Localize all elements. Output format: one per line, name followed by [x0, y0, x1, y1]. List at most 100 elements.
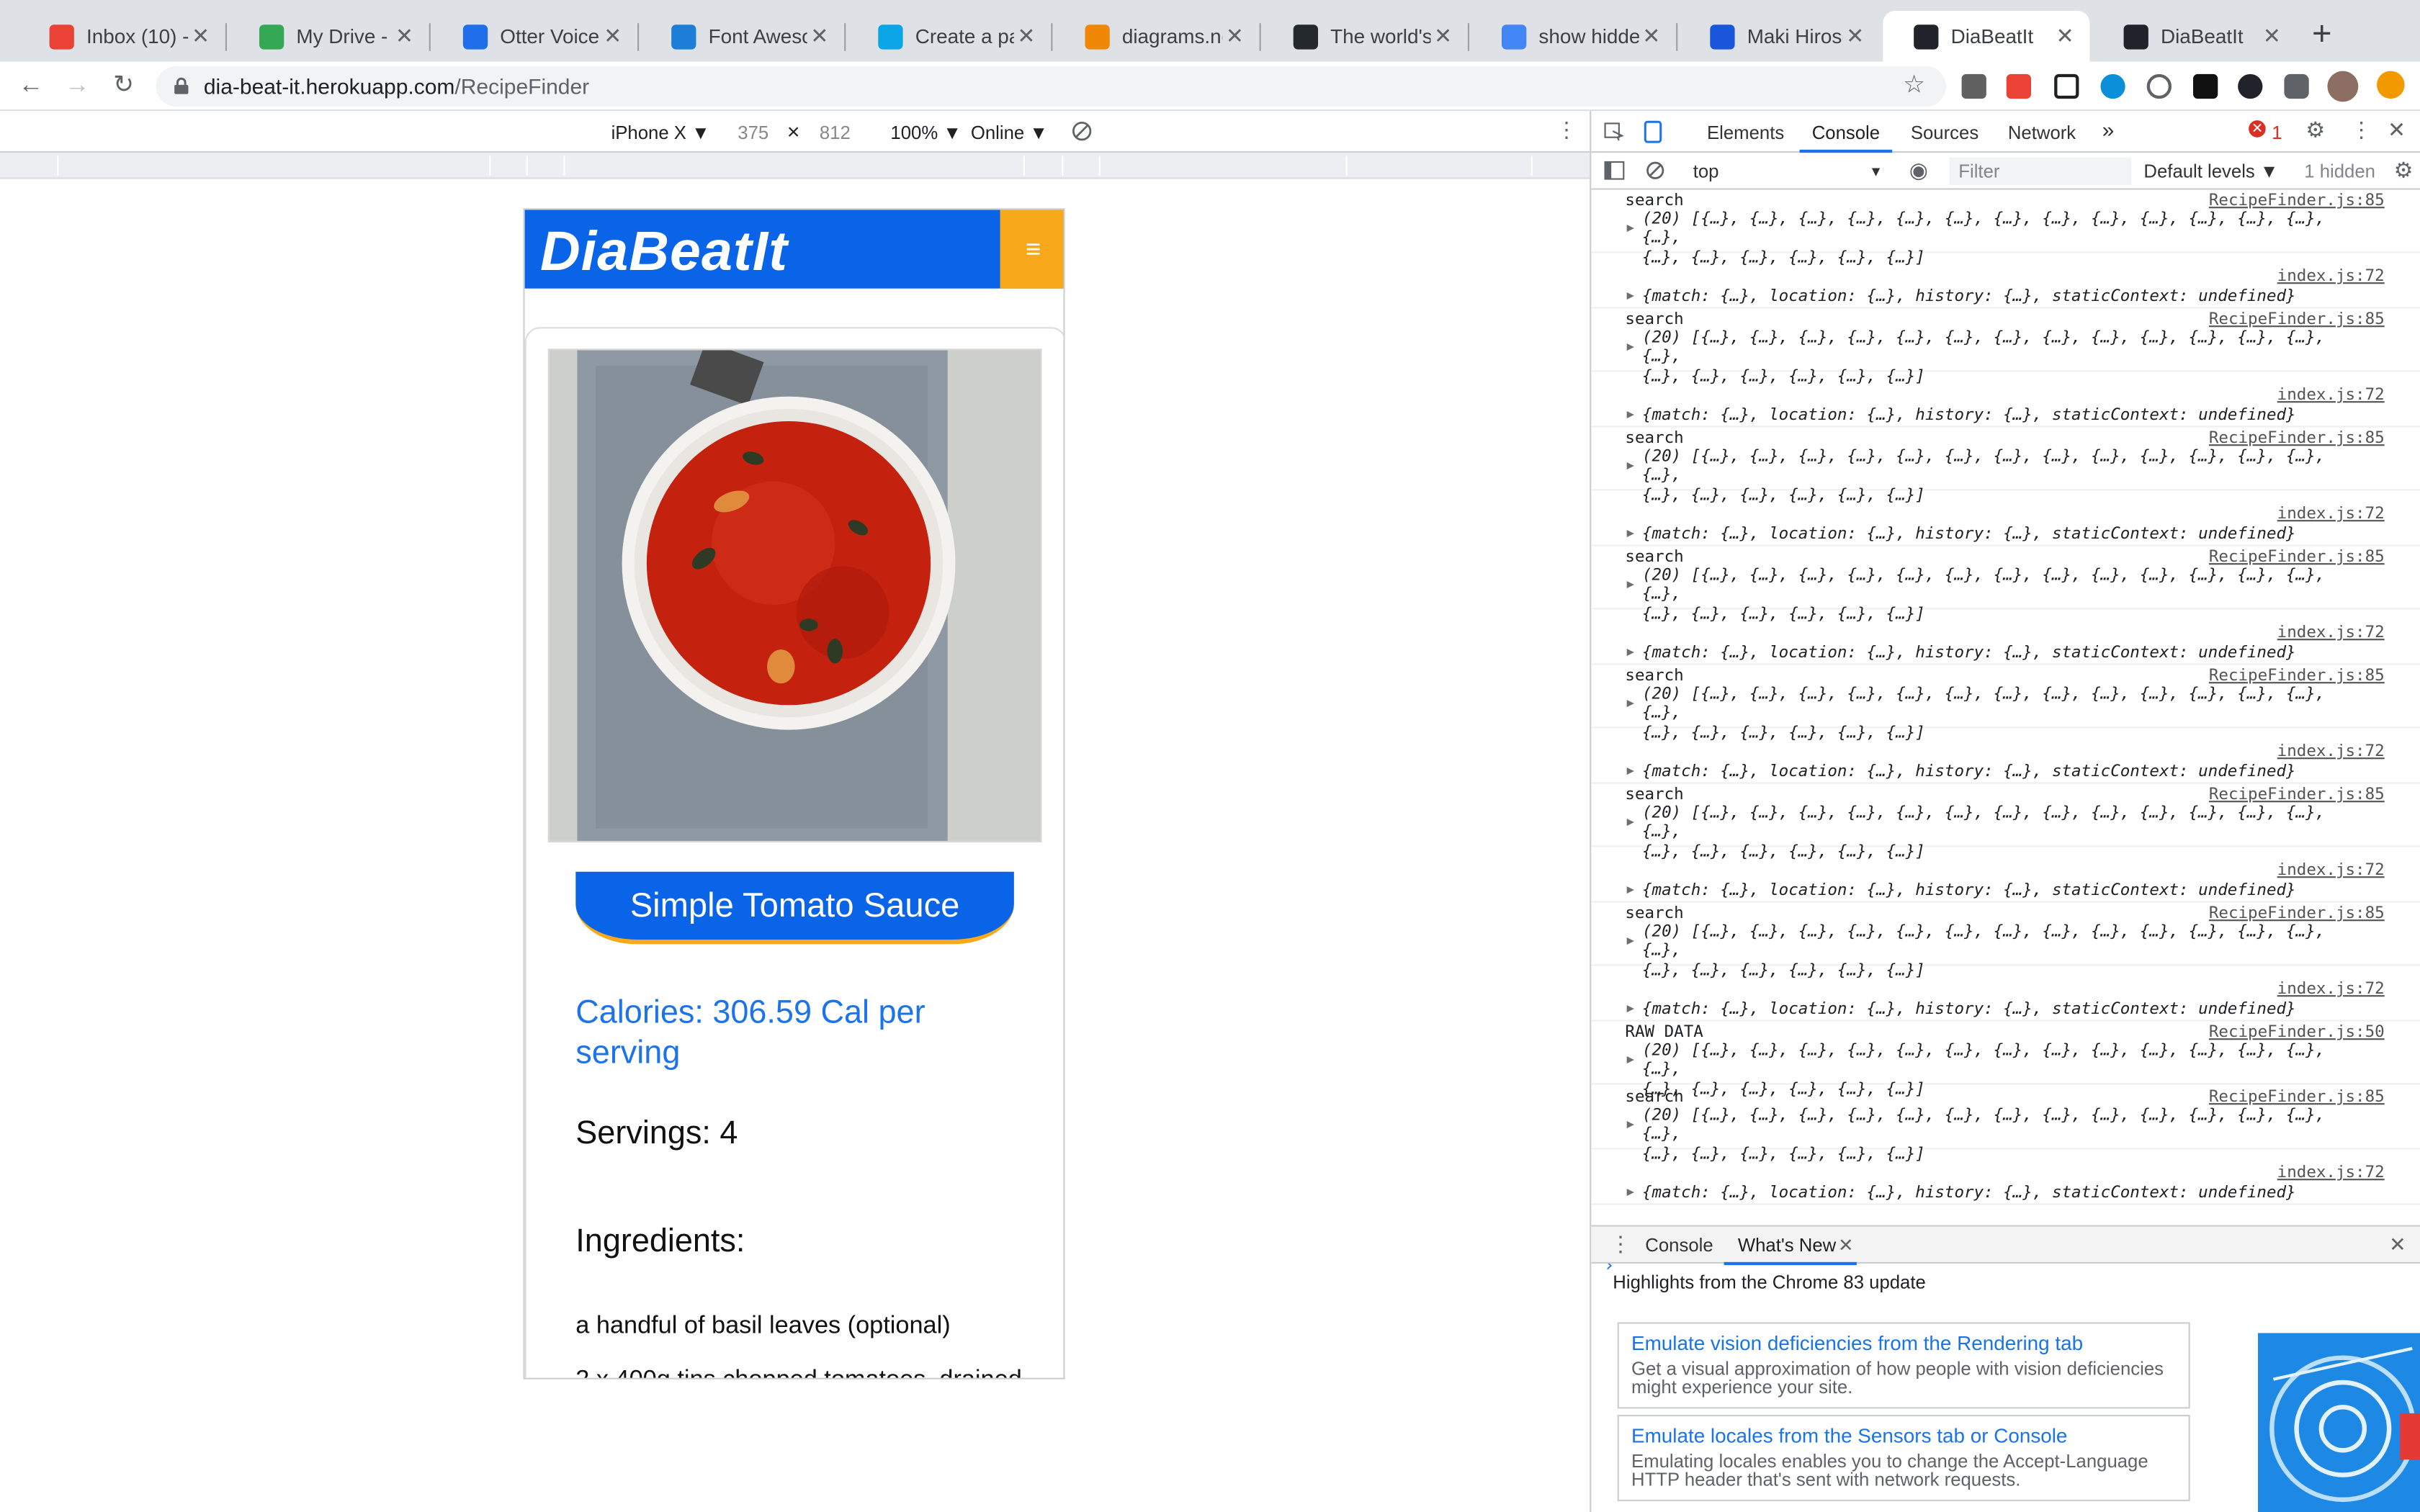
close-tab-icon[interactable]: ✕: [1014, 23, 1039, 49]
more-tabs-icon[interactable]: »: [2102, 117, 2115, 142]
whats-new-card-title[interactable]: Emulate vision deficiencies from the Ren…: [1631, 1331, 2176, 1354]
tab-elements[interactable]: Elements: [1707, 122, 1784, 143]
console-filter-input[interactable]: Filter: [1949, 157, 2132, 186]
console-source-link[interactable]: index.js:72: [2277, 1164, 2385, 1182]
expand-triangle-icon[interactable]: ▶: [1627, 933, 1634, 947]
devtools-menu-icon[interactable]: ⋮: [2351, 117, 2372, 143]
close-tab-icon[interactable]: ✕: [601, 23, 625, 49]
console-source-link[interactable]: index.js:72: [2277, 386, 2385, 405]
console-object-preview[interactable]: {match: {…}, location: {…}, history: {…}…: [1642, 406, 2367, 425]
console-message[interactable]: search RecipeFinder.js:85 ▶ (20) [{…}, {…},…: [1591, 192, 2420, 266]
console-message[interactable]: search RecipeFinder.js:85 ▶ (20) [{…}, {…},…: [1591, 548, 2420, 623]
close-tab-icon[interactable]: ✕: [1430, 23, 1455, 49]
error-icon[interactable]: ✕: [2249, 120, 2266, 138]
console-message[interactable]: search RecipeFinder.js:85 ▶ (20) [{…}, {…},…: [1591, 904, 2420, 979]
console-message[interactable]: search RecipeFinder.js:85 ▶ (20) [{…}, {…},…: [1591, 310, 2420, 385]
console-source-link[interactable]: RecipeFinder.js:85: [2209, 904, 2385, 923]
drawer-menu-icon[interactable]: ⋮: [1610, 1231, 1631, 1257]
console-message[interactable]: search RecipeFinder.js:85 ▶ (20) [{…}, {…},…: [1591, 786, 2420, 860]
console-source-link[interactable]: RecipeFinder.js:85: [2209, 429, 2385, 448]
console-message[interactable]: index.js:72 ▶ {match: {…}, location: {…}, …: [1591, 494, 2420, 546]
zoom-select[interactable]: 100% ▼: [890, 122, 961, 143]
device-toggle-icon[interactable]: [1644, 120, 1662, 143]
close-drawer-icon[interactable]: ✕: [2389, 1233, 2406, 1257]
close-tab-icon[interactable]: ✕: [807, 23, 832, 49]
expand-triangle-icon[interactable]: ▶: [1627, 339, 1634, 353]
browser-tab[interactable]: Inbox (10) - m✕: [19, 11, 225, 62]
extension-icon[interactable]: [1961, 73, 1986, 99]
new-tab-button[interactable]: +: [2312, 16, 2332, 50]
close-tab-icon[interactable]: ✕: [188, 23, 212, 49]
console-settings-icon[interactable]: ⚙: [2394, 158, 2414, 184]
more-options-icon[interactable]: ⋮: [1556, 117, 1577, 143]
extension-badge-icon[interactable]: [2006, 73, 2031, 99]
browser-tab[interactable]: Otter Voice Me✕: [432, 11, 637, 62]
whats-new-card[interactable]: Emulate locales from the Sensors tab or …: [1617, 1414, 2190, 1501]
console-message[interactable]: index.js:72 ▶ {match: {…}, location: {…}, …: [1591, 256, 2420, 309]
sidebar-toggle-icon[interactable]: [1603, 161, 1625, 181]
address-bar[interactable]: dia-beat-it.herokuapp.com/RecipeFinder: [156, 66, 1947, 107]
console-source-link[interactable]: index.js:72: [2277, 861, 2385, 880]
console-object-preview[interactable]: {match: {…}, location: {…}, history: {…}…: [1642, 1000, 2367, 1019]
browser-tab[interactable]: Font Awesome✕: [640, 11, 844, 62]
browser-tab[interactable]: Maki Hirose: L✕: [1679, 11, 1880, 62]
console-source-link[interactable]: RecipeFinder.js:50: [2209, 1023, 2385, 1042]
console-source-link[interactable]: index.js:72: [2277, 624, 2385, 642]
expand-triangle-icon[interactable]: ▶: [1627, 458, 1634, 472]
expand-triangle-icon[interactable]: ▶: [1627, 577, 1634, 590]
context-select[interactable]: top: [1693, 161, 1719, 182]
console-source-link[interactable]: RecipeFinder.js:85: [2209, 1088, 2385, 1107]
browser-tab[interactable]: DiaBeatIt ✕: [1883, 11, 2090, 62]
close-tab-icon[interactable]: ✕: [1222, 23, 1247, 49]
browser-tab[interactable]: My Drive - Go✕: [228, 11, 429, 62]
console-source-link[interactable]: RecipeFinder.js:85: [2209, 667, 2385, 685]
error-count[interactable]: 1: [2272, 122, 2282, 143]
console-source-link[interactable]: RecipeFinder.js:85: [2209, 548, 2385, 567]
profile-avatar[interactable]: [2327, 71, 2359, 102]
context-dropdown-icon[interactable]: ▼: [1869, 163, 1883, 179]
bookmark-star-icon[interactable]: ☆: [1903, 69, 1925, 100]
console-object-preview[interactable]: {match: {…}, location: {…}, history: {…}…: [1642, 762, 2367, 781]
lock-icon[interactable]: [173, 77, 190, 94]
console-message[interactable]: index.js:72 ▶ {match: {…}, location: {…}, …: [1591, 375, 2420, 428]
console-source-link[interactable]: index.js:72: [2277, 267, 2385, 286]
close-devtools-icon[interactable]: ✕: [2388, 117, 2406, 143]
expand-triangle-icon[interactable]: ▶: [1627, 645, 1634, 659]
console-message[interactable]: search RecipeFinder.js:85 ▶ (20) [{…}, {…},…: [1591, 667, 2420, 742]
close-whats-new-icon[interactable]: ✕: [1838, 1234, 1854, 1256]
drawer-tab-whats-new[interactable]: What's New: [1738, 1234, 1836, 1256]
browser-tab[interactable]: show hidden f✕: [1471, 11, 1676, 62]
tab-sources[interactable]: Sources: [1911, 122, 1978, 143]
console-message[interactable]: index.js:72 ▶ {match: {…}, location: {…}, …: [1591, 1153, 2420, 1205]
hamburger-menu-icon[interactable]: ≡: [1000, 210, 1064, 289]
browser-tab[interactable]: diagrams.net✕: [1054, 11, 1260, 62]
console-source-link[interactable]: index.js:72: [2277, 505, 2385, 523]
console-source-link[interactable]: RecipeFinder.js:85: [2209, 786, 2385, 804]
browser-tab[interactable]: Create a palet✕: [847, 11, 1051, 62]
console-message[interactable]: index.js:72 ▶ {match: {…}, location: {…}, …: [1591, 850, 2420, 903]
expand-triangle-icon[interactable]: ▶: [1627, 883, 1634, 896]
reload-icon[interactable]: ↻: [107, 69, 140, 103]
tab-console[interactable]: Console: [1812, 122, 1880, 143]
drawer-tab-console[interactable]: Console: [1645, 1234, 1713, 1256]
browser-tab[interactable]: DiaBeatIt ✕: [2093, 11, 2297, 62]
inspect-element-icon[interactable]: [1603, 122, 1624, 142]
tab-network[interactable]: Network: [2008, 122, 2076, 143]
console-source-link[interactable]: index.js:72: [2277, 742, 2385, 761]
forward-arrow-icon[interactable]: →: [60, 69, 94, 103]
close-tab-icon[interactable]: ✕: [2259, 23, 2284, 49]
screenshot-extension-icon[interactable]: [2054, 73, 2079, 99]
recipe-title-button[interactable]: Simple Tomato Sauce: [575, 871, 1014, 945]
expand-triangle-icon[interactable]: ▶: [1627, 1002, 1634, 1015]
close-tab-icon[interactable]: ✕: [1843, 23, 1868, 49]
console-source-link[interactable]: RecipeFinder.js:85: [2209, 192, 2385, 210]
settings-gear-icon[interactable]: ⚙: [2305, 117, 2325, 143]
console-object-preview[interactable]: {match: {…}, location: {…}, history: {…}…: [1642, 525, 2367, 544]
whats-new-card[interactable]: Emulate vision deficiencies from the Ren…: [1617, 1322, 2190, 1409]
update-icon[interactable]: [2377, 71, 2405, 99]
network-throttle-select[interactable]: Online ▼: [971, 122, 1048, 143]
sync-extension-icon[interactable]: [2100, 73, 2125, 99]
viewport-width[interactable]: 375: [738, 122, 768, 143]
brand-logo[interactable]: DiaBeatIt: [540, 219, 788, 284]
console-object-preview[interactable]: {match: {…}, location: {…}, history: {…}…: [1642, 1184, 2367, 1202]
